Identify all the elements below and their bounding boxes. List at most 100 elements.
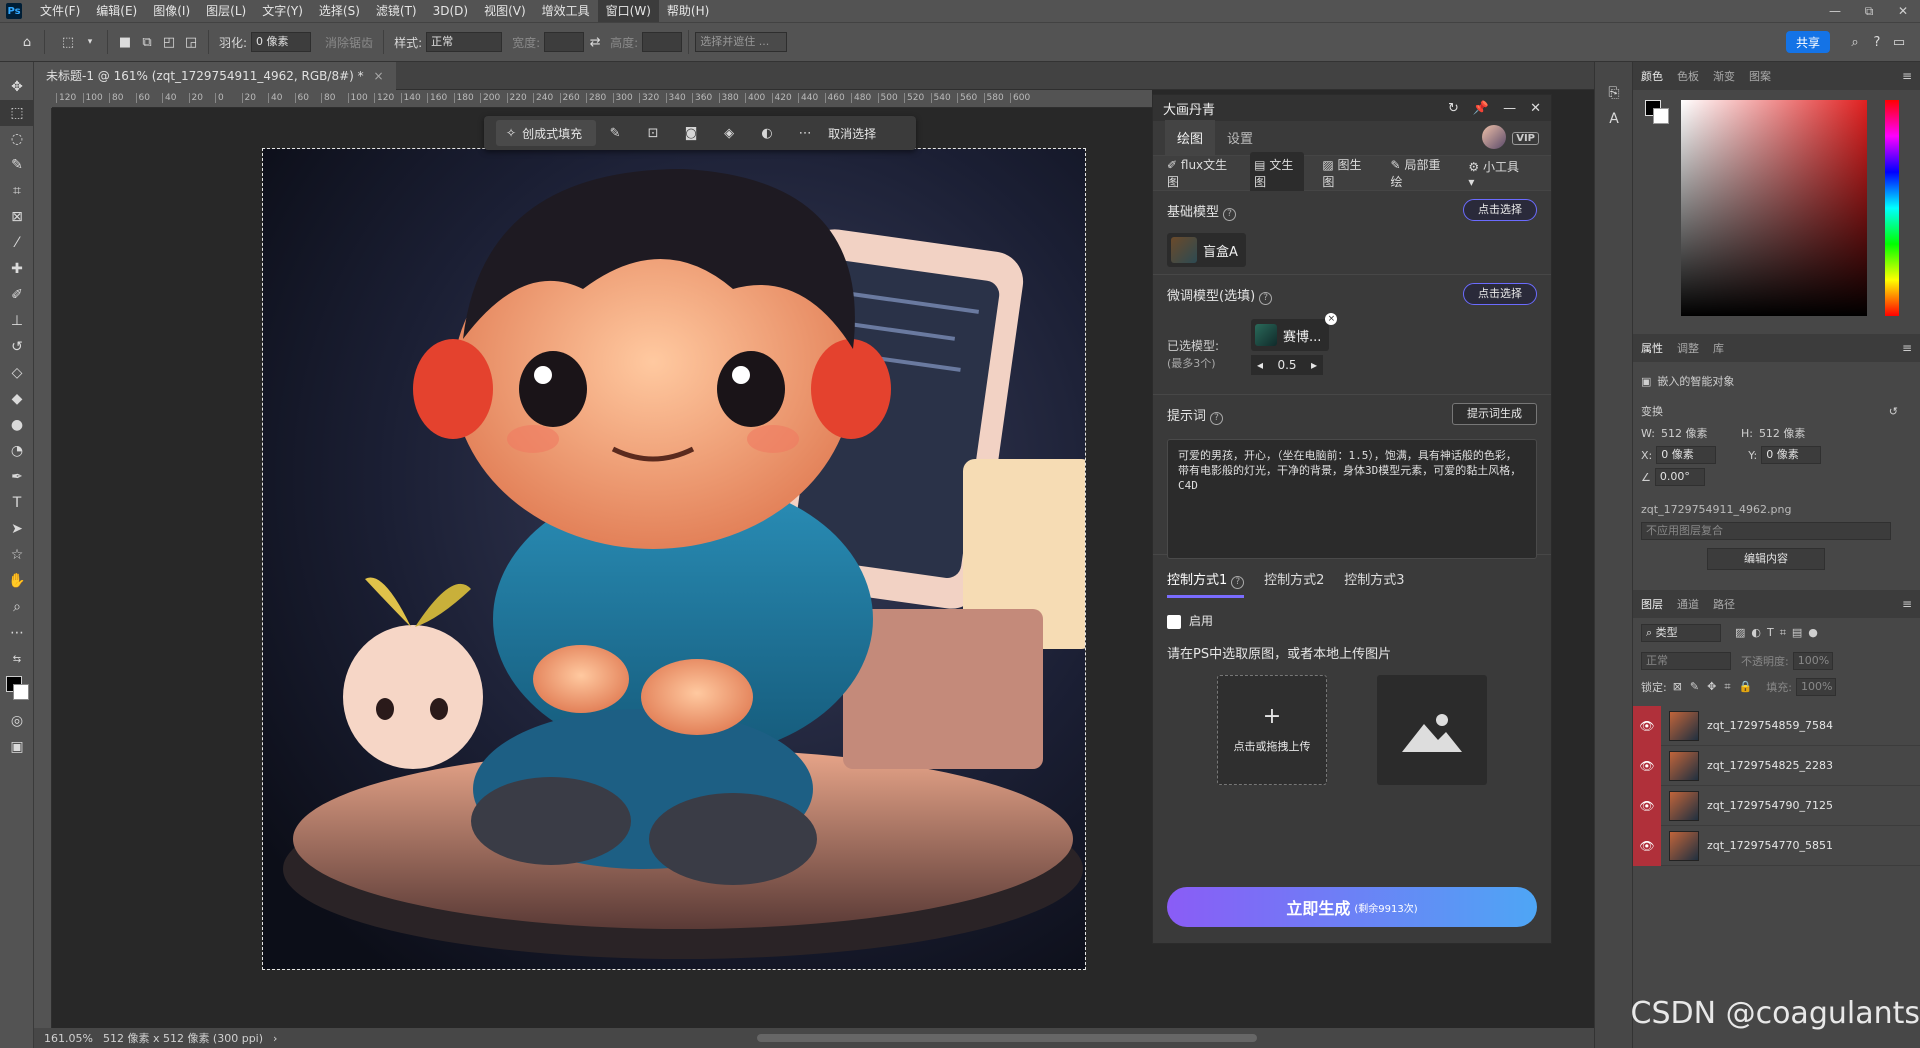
type-tool-icon[interactable]: T bbox=[0, 490, 34, 516]
prompt-textarea[interactable]: 可爱的男孩，开心，（坐在电脑前：1.5），饱满，具有神话般的色彩，带有电影般的灯… bbox=[1167, 439, 1537, 559]
document-tab[interactable]: 未标题-1 @ 161% (zqt_1729754911_4962, RGB/8… bbox=[34, 62, 396, 90]
layer-comp-select[interactable]: 不应用图层复合 bbox=[1641, 522, 1891, 540]
layer-row[interactable]: 👁 zqt_1729754825_2283 bbox=[1633, 745, 1920, 786]
mode-txt2img[interactable]: ▤ 文生图 bbox=[1250, 152, 1305, 194]
h-value[interactable]: 512 像素 bbox=[1759, 425, 1806, 441]
transform-icon[interactable]: ⊡ bbox=[634, 126, 672, 141]
y-input[interactable]: 0 像素 bbox=[1761, 446, 1822, 464]
close-icon[interactable]: ✕ bbox=[1530, 101, 1541, 116]
history-panel-icon[interactable]: ⎘ bbox=[1595, 80, 1633, 106]
tab-paths[interactable]: 路径 bbox=[1713, 596, 1735, 612]
refresh-icon[interactable]: ↻ bbox=[1448, 101, 1459, 116]
image-preview[interactable] bbox=[1377, 675, 1487, 785]
dodge-tool-icon[interactable]: ◔ bbox=[0, 438, 34, 464]
lasso-tool-icon[interactable]: ◌ bbox=[0, 126, 34, 152]
fill-icon[interactable]: ◈ bbox=[710, 126, 748, 141]
mode-inpaint[interactable]: ✎ 局部重绘 bbox=[1387, 152, 1451, 194]
visibility-eye-icon[interactable]: 👁 bbox=[1633, 785, 1661, 826]
menu-3d[interactable]: 3D(D) bbox=[425, 0, 476, 22]
marquee-tool-icon[interactable]: ⬚ bbox=[57, 31, 79, 53]
eyedropper-tool-icon[interactable]: ⁄ bbox=[0, 230, 34, 256]
width-input[interactable] bbox=[544, 32, 585, 52]
frame-tool-icon[interactable]: ⊠ bbox=[0, 204, 34, 230]
swap-colors-icon[interactable]: ⇆ bbox=[0, 646, 34, 672]
artwork-image[interactable] bbox=[262, 148, 1086, 970]
panel-menu-icon[interactable]: ≡ bbox=[1902, 69, 1912, 83]
quick-mask-icon[interactable]: ◎ bbox=[0, 708, 34, 734]
menu-image[interactable]: 图像(I) bbox=[145, 0, 198, 22]
paint-bucket-icon[interactable]: ◆ bbox=[0, 386, 34, 412]
menu-window[interactable]: 窗口(W) bbox=[597, 0, 659, 22]
healing-brush-icon[interactable]: ✚ bbox=[0, 256, 34, 282]
lora-select-button[interactable]: 点击选择 bbox=[1463, 283, 1537, 305]
layer-row[interactable]: 👁 zqt_1729754770_5851 bbox=[1633, 825, 1920, 866]
subtract-selection-icon[interactable]: ◰ bbox=[158, 31, 180, 53]
more-icon[interactable]: ⋯ bbox=[786, 126, 824, 141]
base-model-select-button[interactable]: 点击选择 bbox=[1463, 199, 1537, 221]
close-icon[interactable]: ✕ bbox=[1886, 4, 1920, 19]
generate-button[interactable]: 立即生成 (剩余9913次) bbox=[1167, 887, 1537, 927]
home-icon[interactable]: ⌂ bbox=[16, 31, 38, 53]
height-input[interactable] bbox=[642, 32, 683, 52]
tab-swatches[interactable]: 色板 bbox=[1677, 68, 1699, 84]
share-button[interactable]: 共享 bbox=[1786, 31, 1830, 53]
adjustment-icon[interactable]: ◐ bbox=[748, 126, 786, 141]
intersect-selection-icon[interactable]: ◲ bbox=[180, 31, 202, 53]
restore-icon[interactable]: ⧉ bbox=[1852, 4, 1886, 19]
background-swatch[interactable] bbox=[1653, 108, 1669, 124]
saturation-field[interactable] bbox=[1681, 100, 1867, 316]
minimize-icon[interactable]: — bbox=[1503, 101, 1516, 116]
tab-layers[interactable]: 图层 bbox=[1641, 596, 1663, 612]
zoom-level[interactable]: 161.05% bbox=[44, 1032, 93, 1045]
layer-row[interactable]: 👁 zqt_1729754790_7125 bbox=[1633, 785, 1920, 826]
search-icon[interactable]: ⌕ bbox=[1844, 31, 1866, 53]
tab-properties[interactable]: 属性 bbox=[1641, 340, 1663, 356]
mode-flux-txt2img[interactable]: ✐ flux文生图 bbox=[1163, 152, 1236, 194]
marquee-tool-icon[interactable]: ⬚ bbox=[0, 100, 34, 126]
more-tools-icon[interactable]: ⋯ bbox=[0, 620, 34, 646]
horizontal-scrollbar[interactable] bbox=[757, 1034, 1258, 1042]
close-tab-icon[interactable]: × bbox=[373, 69, 383, 83]
quick-select-tool-icon[interactable]: ✎ bbox=[0, 152, 34, 178]
help-icon[interactable]: ? bbox=[1231, 576, 1245, 589]
chevron-right-icon[interactable]: › bbox=[273, 1032, 277, 1045]
new-selection-icon[interactable]: ■ bbox=[114, 31, 136, 53]
visibility-eye-icon[interactable]: 👁 bbox=[1633, 825, 1661, 866]
visibility-eye-icon[interactable]: 👁 bbox=[1633, 745, 1661, 786]
x-input[interactable]: 0 像素 bbox=[1656, 446, 1717, 464]
character-panel-icon[interactable]: A bbox=[1595, 106, 1633, 132]
mode-img2img[interactable]: ▨ 图生图 bbox=[1318, 152, 1372, 194]
upload-dropzone[interactable]: + 点击或拖拽上传 bbox=[1217, 675, 1327, 785]
menu-layer[interactable]: 图层(L) bbox=[198, 0, 254, 22]
stamp-tool-icon[interactable]: ⊥ bbox=[0, 308, 34, 334]
menu-file[interactable]: 文件(F) bbox=[32, 0, 88, 22]
enable-checkbox[interactable] bbox=[1167, 614, 1181, 629]
control-tab-2[interactable]: 控制方式2 bbox=[1264, 569, 1324, 594]
panel-menu-icon[interactable]: ≡ bbox=[1902, 597, 1912, 611]
zoom-tool-icon[interactable]: ⌕ bbox=[0, 594, 34, 620]
visibility-eye-icon[interactable]: 👁 bbox=[1633, 705, 1661, 746]
antialias-checkbox[interactable]: 消除锯齿 bbox=[325, 34, 373, 51]
help-icon[interactable]: ? bbox=[1210, 412, 1224, 425]
lock-icons[interactable]: ⊠✎✥⌗🔒 bbox=[1673, 680, 1761, 694]
edit-contents-button[interactable]: 编辑内容 bbox=[1707, 548, 1825, 570]
help-icon[interactable]: ? bbox=[1866, 31, 1888, 53]
control-tab-3[interactable]: 控制方式3 bbox=[1344, 569, 1404, 594]
background-color[interactable] bbox=[13, 684, 29, 700]
weight-stepper[interactable]: ◂ 0.5 ▸ bbox=[1251, 355, 1323, 375]
mode-tools[interactable]: ⚙ 小工具 ▾ bbox=[1464, 154, 1527, 193]
blur-tool-icon[interactable]: ● bbox=[0, 412, 34, 438]
hue-slider[interactable] bbox=[1885, 100, 1899, 316]
select-and-mask-button[interactable]: 选择并遮住 ... bbox=[695, 32, 788, 52]
move-tool-icon[interactable]: ✥ bbox=[0, 74, 34, 100]
brush-tool-icon[interactable]: ✐ bbox=[0, 282, 34, 308]
crop-tool-icon[interactable]: ⌗ bbox=[0, 178, 34, 204]
blend-mode-select[interactable]: 正常 bbox=[1641, 652, 1731, 670]
tab-adjustments[interactable]: 调整 bbox=[1677, 340, 1699, 356]
control-tab-1[interactable]: 控制方式1? bbox=[1167, 569, 1245, 598]
fill-input[interactable]: 100% bbox=[1795, 678, 1836, 696]
tab-draw[interactable]: 绘图 bbox=[1165, 120, 1216, 155]
increase-icon[interactable]: ▸ bbox=[1311, 358, 1317, 372]
color-swatches[interactable] bbox=[0, 672, 33, 708]
chevron-down-icon[interactable]: ▾ bbox=[79, 31, 101, 53]
